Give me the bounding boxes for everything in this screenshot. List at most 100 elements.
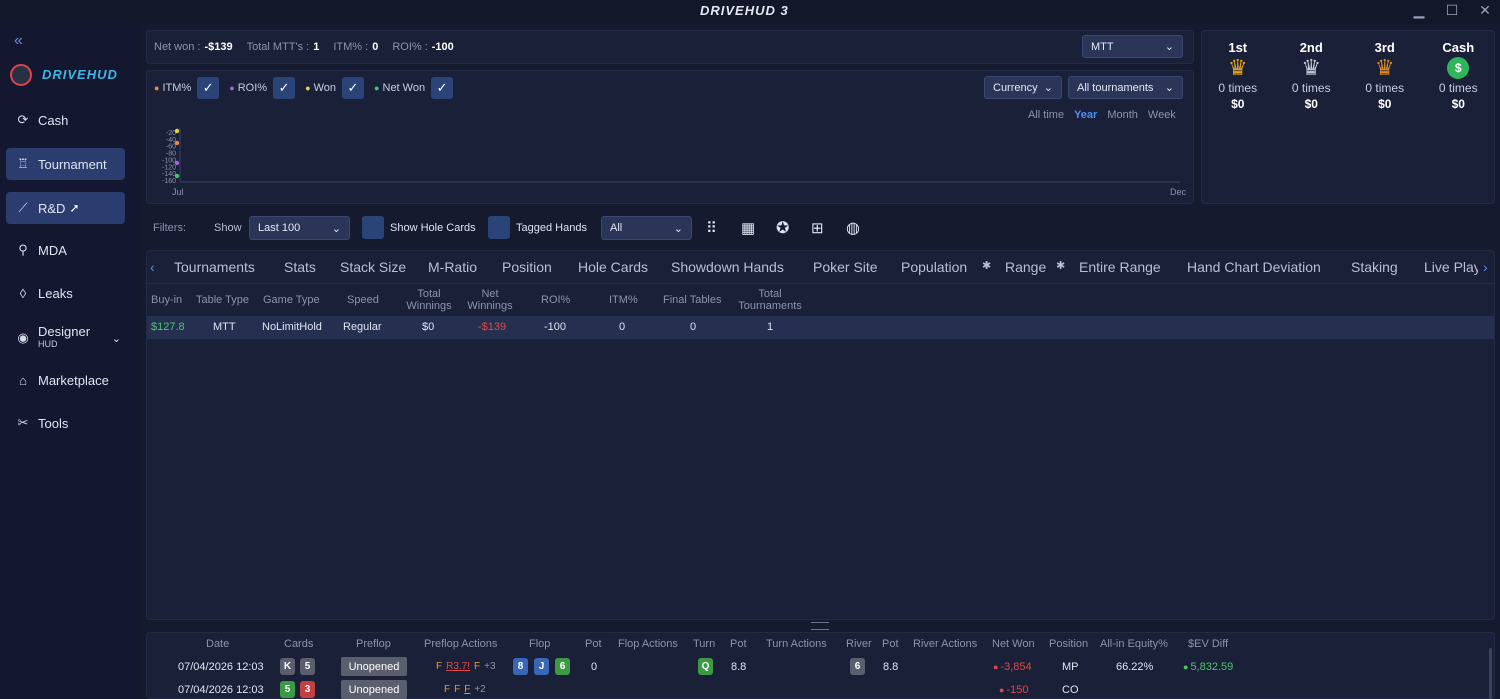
col-header-total-tournaments[interactable]: Total Tournaments [734, 288, 806, 312]
cash-icon: ⟳ [17, 112, 29, 127]
col-header-flop[interactable]: Flop [529, 638, 550, 650]
col-header-roi[interactable]: ROI% [541, 294, 570, 306]
col-header-flop-pot[interactable]: Pot [585, 638, 602, 650]
tournaments-select[interactable]: All tournaments ⌄ [1068, 76, 1183, 99]
col-header-flop-actions[interactable]: Flop Actions [618, 638, 678, 650]
sidebar-item-marketplace[interactable]: ⌂ Marketplace [6, 364, 125, 396]
red-chip-icon: ● [999, 685, 1005, 695]
divider [146, 283, 1495, 284]
sidebar-item-tournament[interactable]: ♖ Tournament [6, 148, 125, 180]
y-tick-label: -160 [162, 178, 176, 185]
col-header-date[interactable]: Date [206, 638, 229, 650]
resize-handle-icon[interactable] [811, 622, 829, 630]
period-week[interactable]: Week [1148, 109, 1176, 121]
sidebar-item-leaks[interactable]: ◊ Leaks [6, 277, 125, 309]
roi-value: -100 [431, 41, 454, 53]
action-more: +2 [474, 684, 486, 695]
won-checkbox[interactable]: ✓ [342, 77, 364, 99]
col-header-equity[interactable]: All-in Equity% [1100, 638, 1168, 650]
col-header-turn-pot[interactable]: Pot [730, 638, 747, 650]
tabs-scroll-left-icon[interactable]: ‹ [150, 259, 155, 275]
filters-label: Filters: [153, 222, 186, 234]
col-header-river-pot[interactable]: Pot [882, 638, 899, 650]
col-header-speed[interactable]: Speed [347, 294, 379, 306]
col-header-position[interactable]: Position [1049, 638, 1088, 650]
game-type-select[interactable]: MTT ⌄ [1082, 35, 1183, 58]
col-header-river[interactable]: River [846, 638, 872, 650]
col-header-itm[interactable]: ITM% [609, 294, 638, 306]
chevron-down-icon: ⌄ [1164, 82, 1174, 94]
col-header-river-actions[interactable]: River Actions [913, 638, 977, 650]
chevron-down-icon[interactable]: ⌄ [112, 332, 121, 345]
chevron-down-icon: ⌄ [1164, 41, 1174, 53]
col-header-net-won[interactable]: Net Won [992, 638, 1035, 650]
net-won-checkbox[interactable]: ✓ [431, 77, 454, 99]
tab-range[interactable]: Range [1005, 259, 1046, 275]
close-icon[interactable]: ✕ [1474, 2, 1496, 20]
minimize-icon[interactable]: ▁ [1408, 2, 1430, 20]
cell-date: 07/04/2026 12:03 [178, 684, 264, 696]
placement-label: Cash [1442, 40, 1475, 55]
col-header-turn[interactable]: Turn [693, 638, 715, 650]
hand-grid-icon[interactable]: ⊞ [811, 219, 824, 237]
col-header-game-type[interactable]: Game Type [263, 294, 320, 306]
maximize-icon[interactable]: ☐ [1441, 2, 1463, 20]
tab-position[interactable]: Position [502, 259, 552, 275]
col-header-table-type[interactable]: Table Type [196, 294, 249, 306]
tab-staking[interactable]: Staking [1351, 259, 1398, 275]
col-header-buyin[interactable]: Buy-in [151, 294, 182, 306]
col-header-turn-actions[interactable]: Turn Actions [766, 638, 827, 650]
flop-card: 6 [555, 658, 570, 675]
calculator-icon[interactable]: ▦ [741, 219, 755, 237]
total-mtts-label: Total MTT's : [246, 41, 310, 53]
tab-m-ratio[interactable]: M-Ratio [428, 259, 477, 275]
period-month[interactable]: Month [1107, 109, 1138, 121]
globe-icon[interactable]: ◍ [846, 218, 860, 238]
col-header-preflop[interactable]: Preflop [356, 638, 391, 650]
cell-total-tournaments: 1 [767, 321, 774, 333]
tag-select[interactable]: All ⌄ [601, 216, 692, 240]
tab-hand-chart-deviation[interactable]: Hand Chart Deviation [1187, 259, 1321, 275]
collapse-icon[interactable]: « [14, 32, 23, 50]
tabs-scroll-right-icon[interactable]: › [1483, 259, 1488, 275]
action-fold: F [436, 661, 443, 672]
col-header-preflop-actions[interactable]: Preflop Actions [424, 638, 497, 650]
tagged-hands-checkbox[interactable] [488, 216, 510, 239]
show-select[interactable]: Last 100 ⌄ [249, 216, 350, 240]
sidebar-item-designer[interactable]: ◉ Designer HUD ⌄ [6, 320, 125, 356]
roi-checkbox[interactable]: ✓ [273, 77, 296, 99]
col-header-ev-diff[interactable]: $EV Diff [1188, 638, 1228, 650]
tab-tournaments[interactable]: Tournaments [174, 259, 255, 275]
tab-live-play[interactable]: Live Play [1424, 259, 1478, 275]
sidebar-item-cash[interactable]: ⟳ Cash [6, 104, 125, 136]
gear-icon[interactable]: ✱ [1056, 259, 1065, 272]
placement-times: 0 times [1218, 81, 1258, 95]
won-dot-icon: ● [305, 83, 311, 93]
scrollbar[interactable] [1489, 648, 1492, 699]
show-hole-cards-checkbox[interactable] [362, 216, 384, 239]
sidebar-item-tools[interactable]: ✂ Tools [6, 407, 125, 439]
period-year[interactable]: Year [1074, 109, 1097, 121]
col-header-final-tables[interactable]: Final Tables [663, 294, 722, 306]
tab-stats[interactable]: Stats [284, 259, 316, 275]
net-won-value: -$139 [204, 41, 233, 53]
currency-select[interactable]: Currency ⌄ [984, 76, 1062, 99]
itm-checkbox[interactable]: ✓ [197, 77, 220, 99]
flop-card: 8 [513, 658, 528, 675]
period-all-time[interactable]: All time [1028, 109, 1064, 121]
col-header-net-winnings[interactable]: Net Winnings [464, 288, 516, 312]
tab-entire-range[interactable]: Entire Range [1079, 259, 1161, 275]
tab-hole-cards[interactable]: Hole Cards [578, 259, 648, 275]
sidebar-item-rnd[interactable]: ⟋ R&D ➚ [6, 192, 125, 224]
tab-population[interactable]: Population [901, 259, 967, 275]
tab-stack-size[interactable]: Stack Size [340, 259, 406, 275]
poker-chip-icon[interactable]: ✪ [776, 218, 789, 238]
col-header-total-winnings[interactable]: Total Winnings [401, 288, 457, 312]
sidebar-item-mda[interactable]: ⚲ MDA [6, 234, 125, 266]
grid-icon[interactable]: ⠿ [706, 219, 717, 237]
x-tick-label: Jul [172, 187, 184, 197]
tab-showdown-hands[interactable]: Showdown Hands [671, 259, 784, 275]
tab-poker-site[interactable]: Poker Site [813, 259, 878, 275]
col-header-cards[interactable]: Cards [284, 638, 313, 650]
gear-icon[interactable]: ✱ [982, 259, 991, 272]
